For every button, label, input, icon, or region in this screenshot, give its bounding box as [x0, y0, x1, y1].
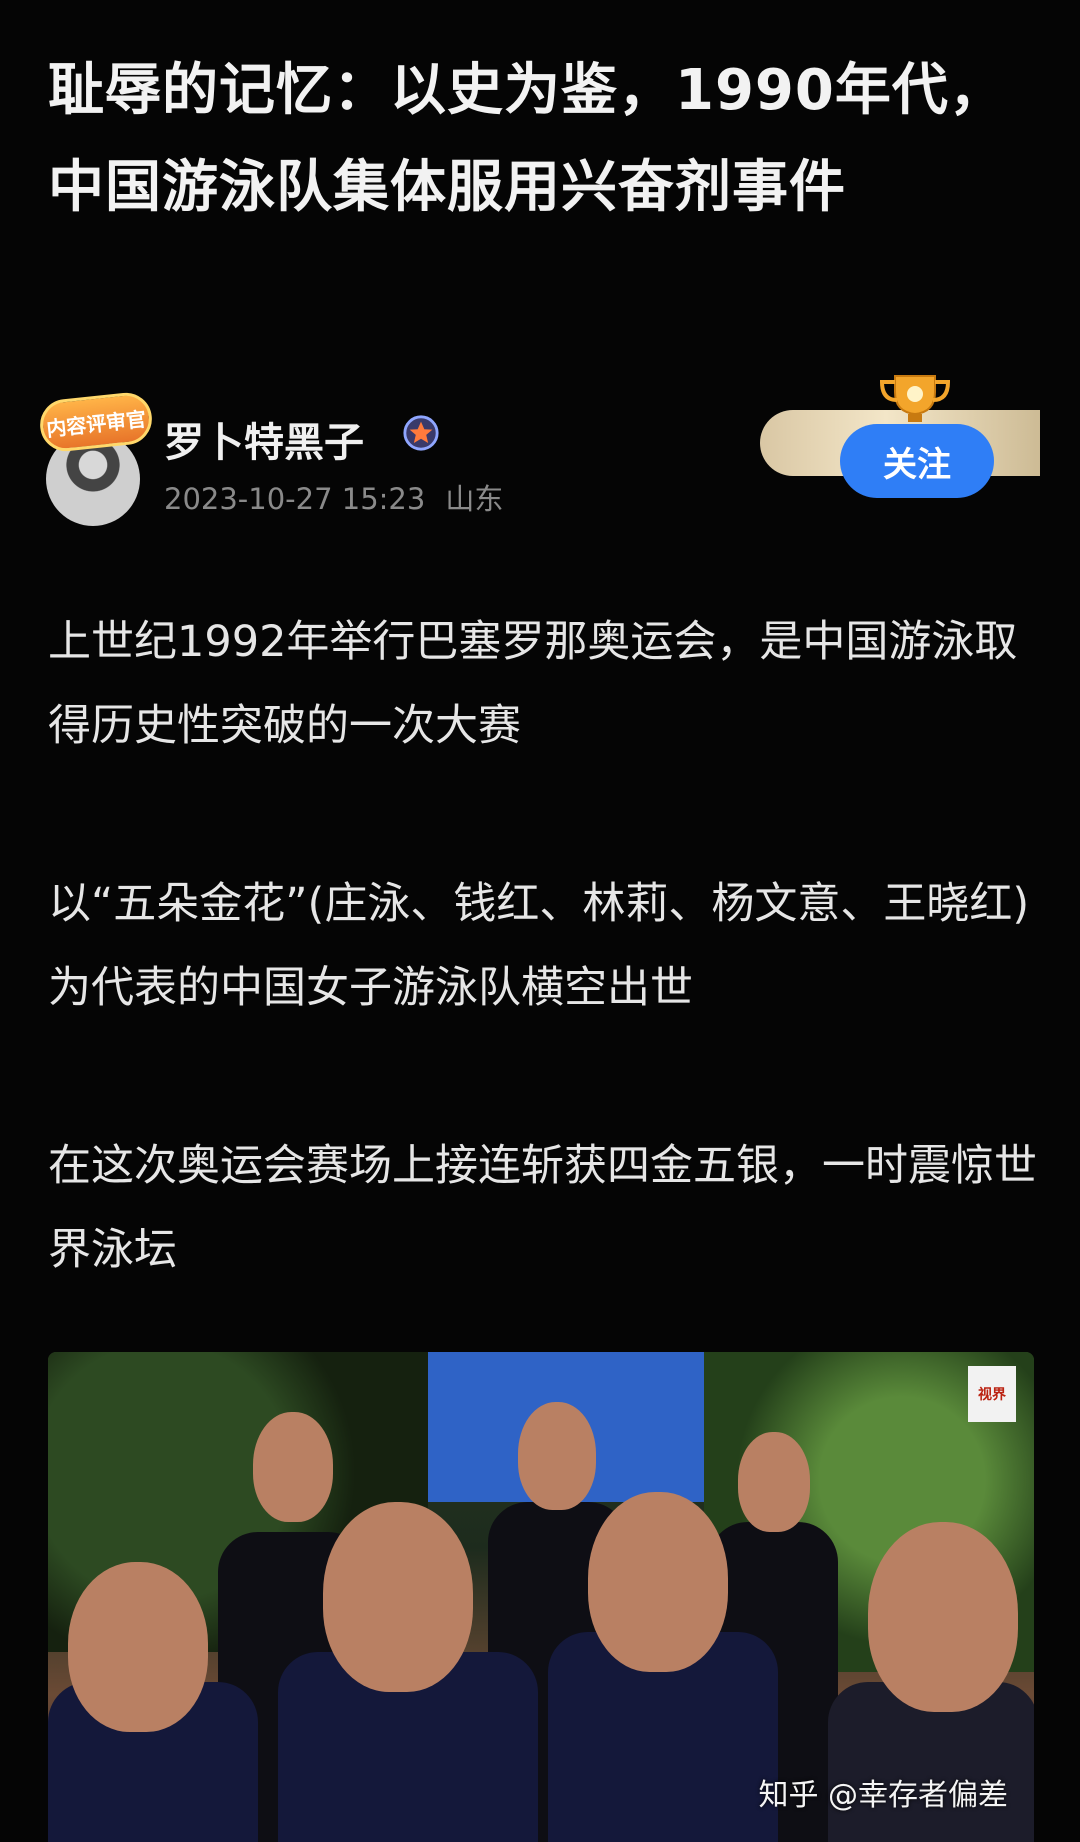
- author-block: 内容评审官 罗卜特黑子 2023-10-27 15:23 山东 关注: [37, 375, 1040, 526]
- swimmer-face: [68, 1562, 208, 1732]
- swimmer-face: [323, 1502, 473, 1692]
- author-name[interactable]: 罗卜特黑子: [164, 410, 364, 468]
- swimmer-face: [738, 1432, 810, 1532]
- follow-button[interactable]: 关注: [840, 424, 994, 498]
- swimmer-face: [868, 1522, 1018, 1712]
- trophy-icon: [879, 375, 951, 422]
- article-photo[interactable]: 视界 知乎 @幸存者偏差: [48, 1352, 1034, 1842]
- swimmer-face: [253, 1412, 333, 1522]
- article-page: 耻辱的记忆：以史为鉴，1990年代，中国游泳队集体服用兴奋剂事件 内容评审官 罗…: [0, 0, 1080, 1842]
- author-avatar[interactable]: 内容评审官: [37, 390, 155, 526]
- post-meta: 2023-10-27 15:23 山东: [164, 476, 503, 518]
- paragraph-2: 以“五朵金花”(庄泳、钱红、林莉、杨文意、王晓红)为代表的中国女子游泳队横空出世: [48, 879, 1030, 1013]
- reviewer-badge: 内容评审官: [37, 390, 155, 454]
- post-location: 山东: [445, 482, 504, 516]
- paragraph-3: 在这次奥运会赛场上接连斩获四金五银，一时震惊世界泳坛: [48, 1141, 1037, 1275]
- photo-watermark: 知乎 @幸存者偏差: [758, 1778, 1008, 1813]
- swimmer-face: [588, 1492, 728, 1672]
- post-date: 2023-10-27 15:23: [164, 482, 426, 516]
- paragraph-1: 上世纪1992年举行巴塞罗那奥运会，是中国游泳取得历史性突破的一次大赛: [48, 617, 1018, 751]
- verified-star-icon: [403, 415, 439, 451]
- article-title: 耻辱的记忆：以史为鉴，1990年代，中国游泳队集体服用兴奋剂事件: [48, 58, 1006, 220]
- follow-area: 关注: [760, 370, 1040, 520]
- photo-source-logo: 视界: [968, 1366, 1016, 1422]
- swimmer-face: [518, 1402, 596, 1510]
